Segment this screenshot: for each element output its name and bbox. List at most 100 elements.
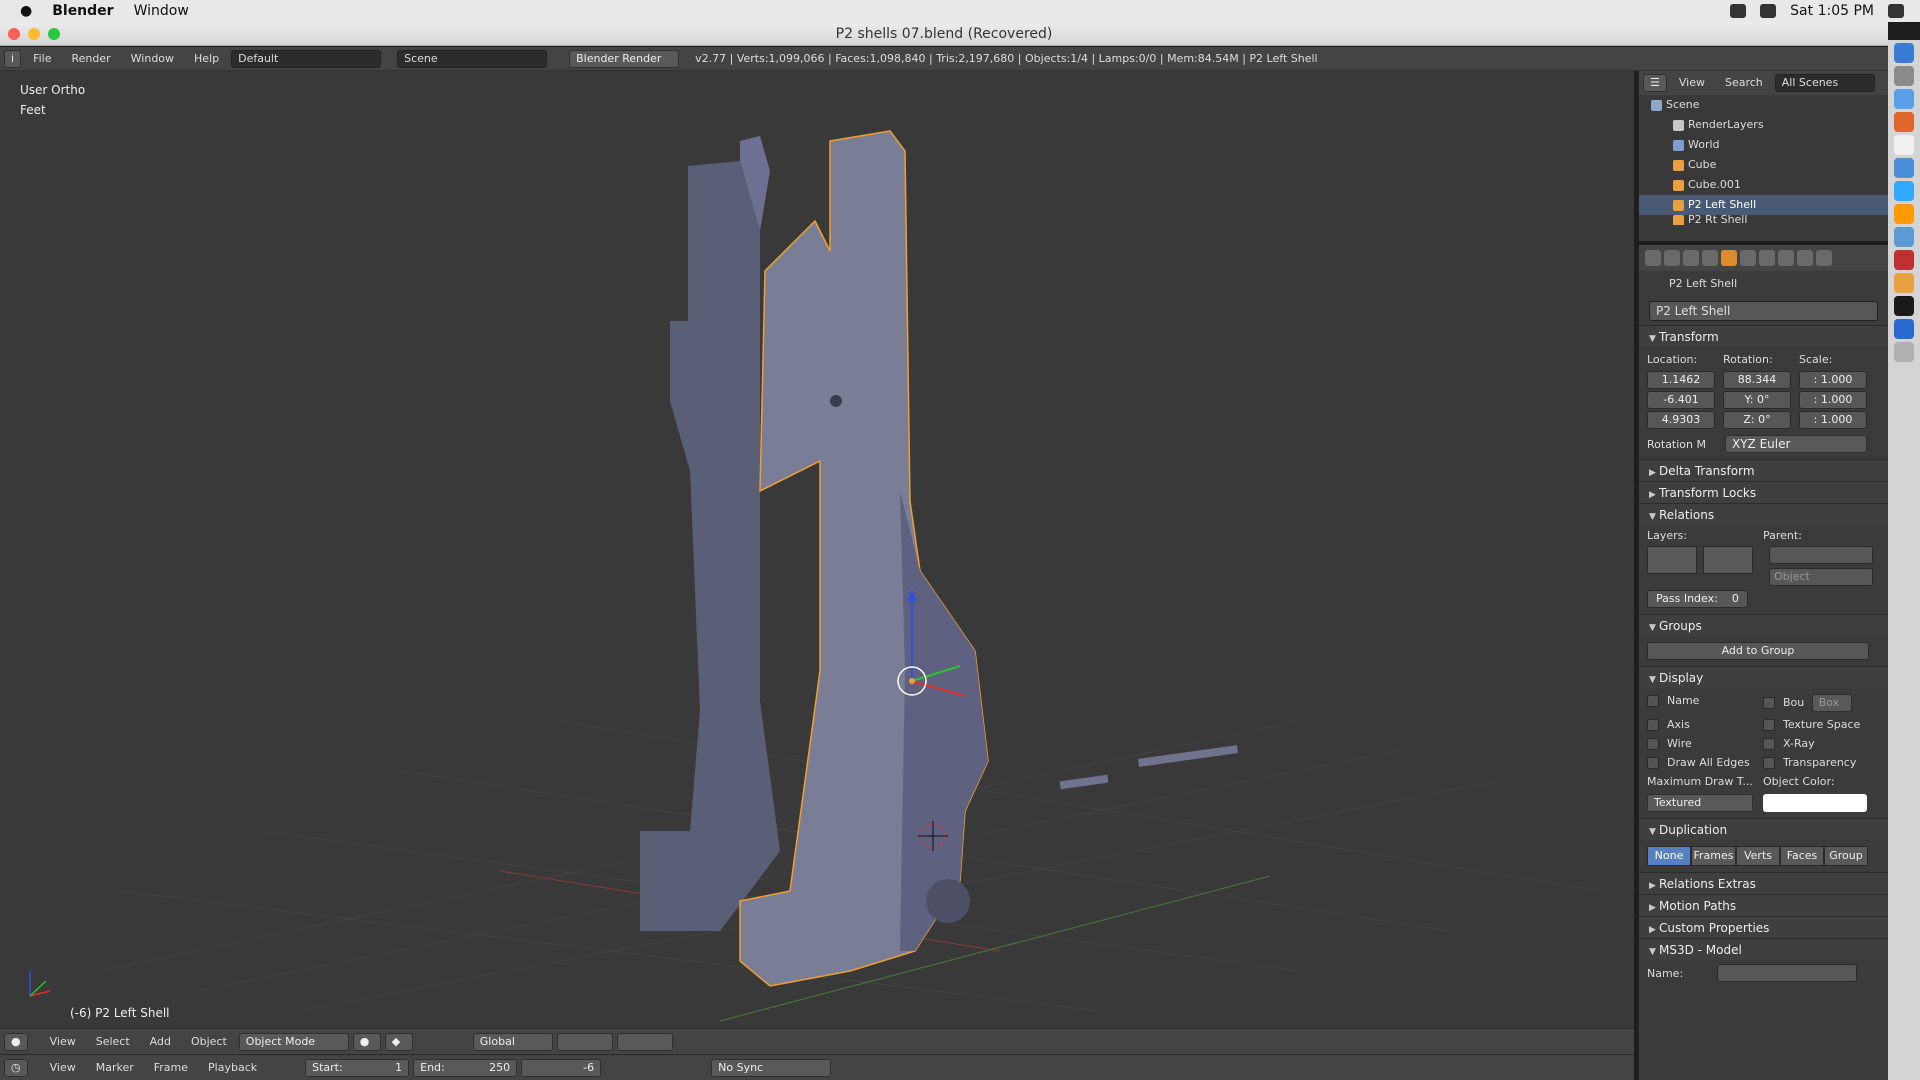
scale-y[interactable]: : 1.000 <box>1799 391 1867 409</box>
constraints-tab-icon[interactable] <box>1740 250 1756 266</box>
outliner-item-scene[interactable]: Scene <box>1639 95 1888 115</box>
menu-file[interactable]: File <box>25 50 59 68</box>
editor-type-icon[interactable]: ☰ <box>1643 74 1667 92</box>
pass-index-field[interactable]: Pass Index: 0 <box>1647 590 1748 608</box>
object-tab-icon[interactable] <box>1721 250 1737 266</box>
panel-motion-paths[interactable]: ▶ Motion Paths <box>1639 894 1888 916</box>
show-bounds-checkbox[interactable]: Bou Box <box>1763 694 1879 712</box>
modifiers-tab-icon[interactable] <box>1759 250 1775 266</box>
location-y[interactable]: -6.401 <box>1647 391 1715 409</box>
panel-ms3d-model[interactable]: ▼ MS3D - Model <box>1639 938 1888 960</box>
panel-custom-properties[interactable]: ▶ Custom Properties <box>1639 916 1888 938</box>
layer-grid-2[interactable] <box>1703 546 1753 574</box>
firefox-icon[interactable] <box>1894 112 1914 132</box>
menu-object[interactable]: Object <box>183 1033 235 1051</box>
minimize-window-button[interactable] <box>28 28 40 40</box>
outliner-item-p2-left-shell[interactable]: P2 Left Shell <box>1639 195 1888 215</box>
object-color-swatch[interactable] <box>1763 794 1867 812</box>
add-to-group-button[interactable]: Add to Group <box>1647 642 1869 660</box>
panel-delta-transform[interactable]: ▶ Delta Transform <box>1639 459 1888 481</box>
rotation-x[interactable]: 88.344 <box>1723 371 1791 389</box>
launchpad-icon[interactable] <box>1894 66 1914 86</box>
wifi-icon[interactable] <box>1730 4 1747 18</box>
object-name-field[interactable]: P2 Left Shell <box>1649 301 1878 321</box>
volume-icon[interactable] <box>1760 4 1777 18</box>
outliner-item-p2-rt-shell[interactable]: P2 Rt Shell <box>1639 215 1888 225</box>
scene-tab-icon[interactable] <box>1683 250 1699 266</box>
app-menu[interactable]: Blender <box>52 3 113 19</box>
render-tab-icon[interactable] <box>1645 250 1661 266</box>
calendar-icon[interactable] <box>1894 135 1914 155</box>
mode-select[interactable]: Object Mode <box>238 1032 349 1051</box>
pandora-icon[interactable] <box>1894 319 1914 339</box>
apple-icon[interactable]: ● <box>20 3 32 19</box>
start-frame-field[interactable]: Start: 1 <box>305 1058 410 1077</box>
scale-x[interactable]: : 1.000 <box>1799 371 1867 389</box>
menu-add[interactable]: Add <box>142 1033 179 1051</box>
zoom-window-button[interactable] <box>48 28 60 40</box>
menu-help[interactable]: Help <box>186 50 227 68</box>
sync-select[interactable]: No Sync <box>711 1058 832 1077</box>
menu-view[interactable]: View <box>1671 74 1713 92</box>
clock[interactable]: Sat 1:05 PM <box>1790 3 1874 19</box>
layer-grid-1[interactable] <box>1647 546 1697 574</box>
editor-type-icon[interactable]: i <box>4 49 22 68</box>
3d-viewport[interactable]: User Ortho Feet (-6) P2 Left Shell <box>0 71 1634 1028</box>
location-z[interactable]: 4.9303 <box>1647 411 1715 429</box>
outliner-item-cube[interactable]: Cube <box>1639 155 1888 175</box>
menu-frame[interactable]: Frame <box>146 1059 196 1077</box>
layout-selector[interactable]: Default <box>231 49 382 68</box>
scene-selector[interactable]: Scene <box>397 49 548 68</box>
blender-icon[interactable] <box>1894 273 1914 293</box>
texture-space-checkbox[interactable]: Texture Space <box>1763 718 1879 731</box>
menu-render[interactable]: Render <box>63 50 118 68</box>
menu-playback[interactable]: Playback <box>200 1059 265 1077</box>
outliner-item-renderlayers[interactable]: RenderLayers <box>1639 115 1888 135</box>
render-engine-select[interactable]: Blender Render <box>569 49 680 68</box>
panel-relations-extras[interactable]: ▶ Relations Extras <box>1639 872 1888 894</box>
menu-window[interactable]: Window <box>123 50 182 68</box>
data-tab-icon[interactable] <box>1778 250 1794 266</box>
draw-type-select[interactable]: Textured <box>1647 794 1753 812</box>
layers-tab-icon[interactable] <box>1664 250 1680 266</box>
outliner-item-world[interactable]: World <box>1639 135 1888 155</box>
dup-verts-button[interactable]: Verts <box>1736 846 1780 866</box>
panel-transform-locks[interactable]: ▶ Transform Locks <box>1639 481 1888 503</box>
parent-field[interactable] <box>1769 546 1873 564</box>
menu-marker[interactable]: Marker <box>88 1059 142 1077</box>
ms3d-name-field[interactable] <box>1717 964 1857 982</box>
trash-icon[interactable] <box>1894 342 1914 362</box>
dup-faces-button[interactable]: Faces <box>1780 846 1824 866</box>
acrobat-icon[interactable] <box>1894 250 1914 270</box>
show-axis-checkbox[interactable]: Axis <box>1647 718 1763 731</box>
show-name-checkbox[interactable]: Name <box>1647 694 1763 712</box>
transparency-checkbox[interactable]: Transparency <box>1763 756 1879 769</box>
finder-icon[interactable] <box>1894 43 1914 63</box>
dup-group-button[interactable]: Group <box>1824 846 1868 866</box>
parent-type-select[interactable]: Object <box>1769 568 1873 586</box>
menu-view[interactable]: View <box>42 1033 84 1051</box>
texture-tab-icon[interactable] <box>1816 250 1832 266</box>
rotation-mode-select[interactable]: XYZ Euler <box>1725 435 1867 453</box>
outliner-item-cube-001[interactable]: Cube.001 <box>1639 175 1888 195</box>
illustrator-icon[interactable] <box>1894 204 1914 224</box>
scale-z[interactable]: : 1.000 <box>1799 411 1867 429</box>
panel-groups[interactable]: ▼ Groups <box>1639 614 1888 636</box>
unity-icon[interactable] <box>1894 296 1914 316</box>
draw-all-edges-checkbox[interactable]: Draw All Edges <box>1647 756 1763 769</box>
rotation-y[interactable]: Y: 0° <box>1723 391 1791 409</box>
panel-display[interactable]: ▼ Display <box>1639 666 1888 688</box>
show-wire-checkbox[interactable]: Wire <box>1647 737 1763 750</box>
window-menu[interactable]: Window <box>134 3 189 19</box>
end-frame-field[interactable]: End: 250 <box>413 1058 518 1077</box>
shading-select[interactable]: ● <box>352 1032 381 1051</box>
layer-buttons[interactable] <box>556 1032 613 1051</box>
current-frame-field[interactable]: -6 <box>521 1058 602 1077</box>
orientation-select[interactable]: Global <box>472 1032 553 1051</box>
menu-view[interactable]: View <box>42 1059 84 1077</box>
editor-type-icon[interactable]: ◷ <box>4 1058 28 1077</box>
xray-checkbox[interactable]: X-Ray <box>1763 737 1879 750</box>
close-window-button[interactable] <box>8 28 20 40</box>
material-tab-icon[interactable] <box>1797 250 1813 266</box>
panel-transform[interactable]: ▼ Transform <box>1639 325 1888 347</box>
